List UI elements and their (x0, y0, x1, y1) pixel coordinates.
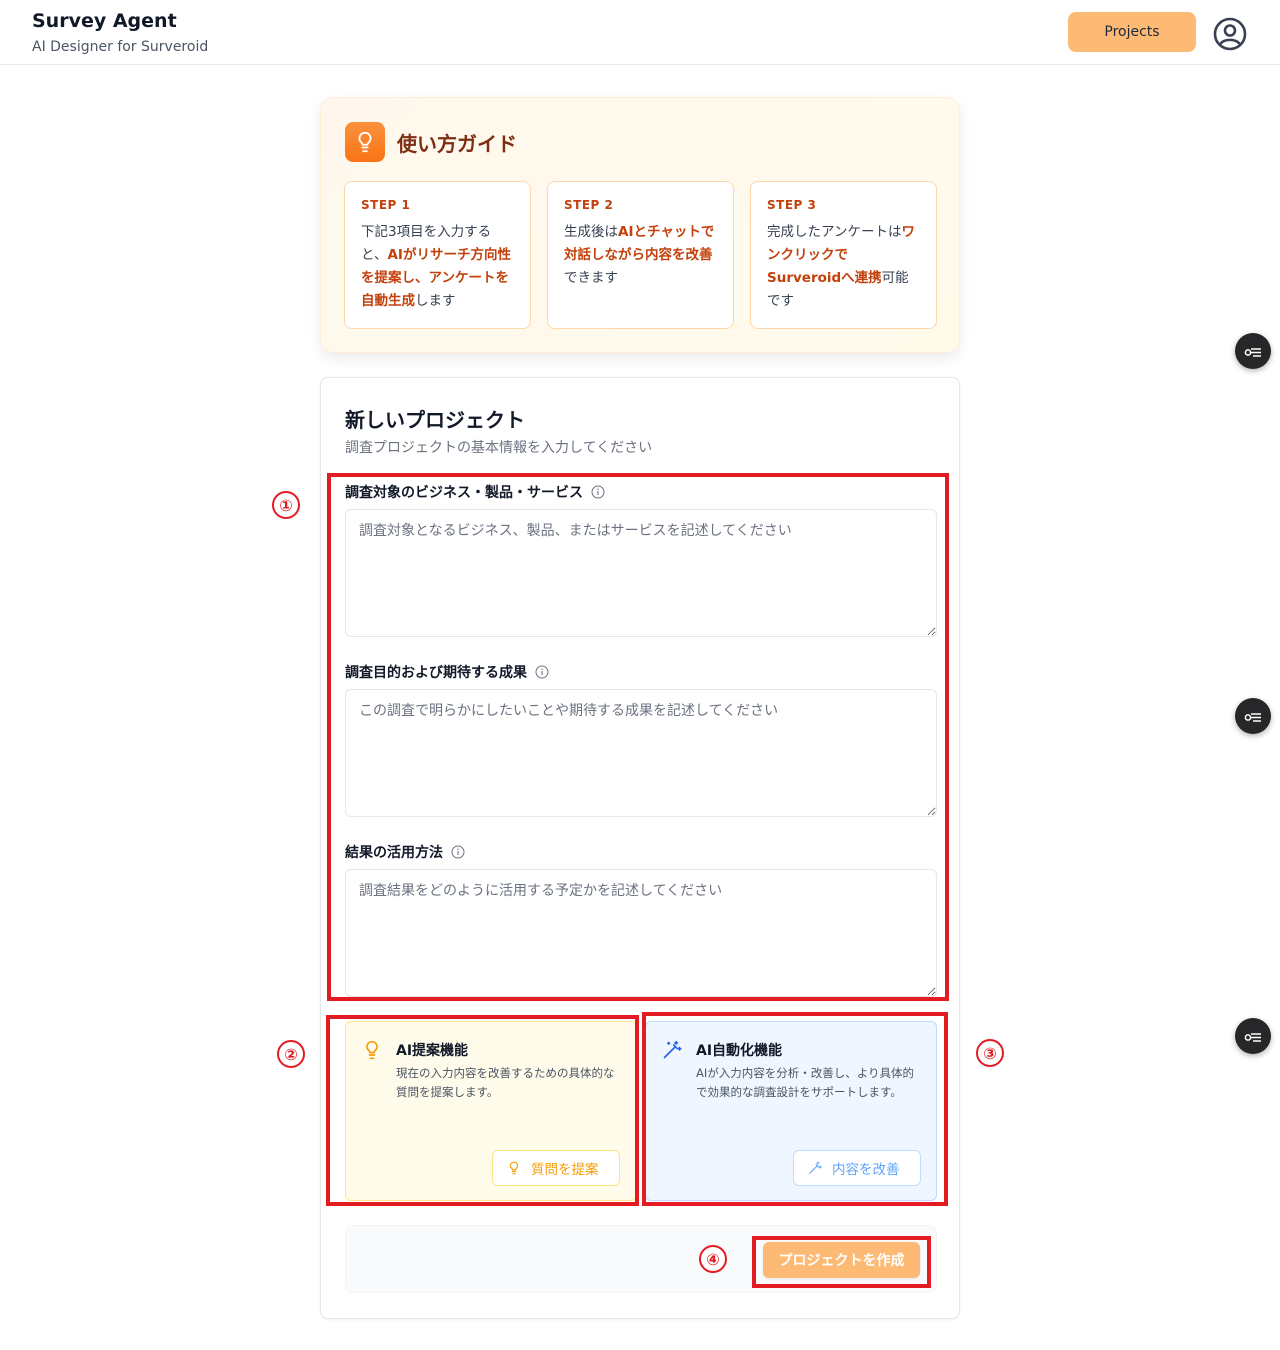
app-subtitle: AI Designer for Surveroid (32, 39, 209, 55)
guide-step-2: STEP 2 生成後はAIとチャットで対話しながら内容を改善できます (547, 181, 734, 329)
form-subtitle: 調査プロジェクトの基本情報を入力してください (345, 440, 653, 456)
annotation-number-3: ③ (976, 1039, 1004, 1067)
step-label: STEP 2 (564, 198, 614, 212)
annotation-box-4 (752, 1236, 931, 1288)
usage-guide: 使い方ガイド STEP 1 下記3項目を入力すると、AIがリサーチ方向性を提案し… (320, 97, 960, 353)
floating-action-button[interactable] (1235, 698, 1271, 734)
key-list-icon (1244, 1033, 1261, 1042)
annotation-number-4: ④ (699, 1245, 727, 1273)
key-list-icon (1244, 348, 1261, 357)
annotation-box-2 (326, 1015, 639, 1206)
annotation-number-1: ① (272, 491, 300, 519)
step-label: STEP 1 (361, 198, 411, 212)
annotation-box-1 (327, 473, 949, 1001)
annotation-number-2: ② (277, 1040, 305, 1068)
form-title: 新しいプロジェクト (345, 408, 525, 432)
step-text: 完成したアンケートはワンクリックでSurveroidへ連携可能です (767, 224, 915, 309)
step-text: 下記3項目を入力すると、AIがリサーチ方向性を提案し、アンケートを自動生成します (361, 224, 511, 309)
step-label: STEP 3 (767, 198, 817, 212)
floating-action-button[interactable] (1235, 1018, 1271, 1054)
step-text: 生成後はAIとチャットで対話しながら内容を改善できます (564, 224, 715, 286)
user-circle-icon[interactable] (1212, 16, 1248, 52)
annotation-box-3 (642, 1012, 948, 1206)
lightbulb-icon (345, 122, 385, 162)
app-header: Survey Agent AI Designer for Surveroid P… (0, 0, 1280, 65)
guide-title: 使い方ガイド (397, 132, 517, 156)
guide-step-1: STEP 1 下記3項目を入力すると、AIがリサーチ方向性を提案し、アンケートを… (344, 181, 531, 329)
key-list-icon (1244, 713, 1261, 722)
projects-button[interactable]: Projects (1068, 12, 1196, 52)
app-title: Survey Agent (32, 10, 177, 32)
guide-step-3: STEP 3 完成したアンケートはワンクリックでSurveroidへ連携可能です (750, 181, 937, 329)
floating-action-button[interactable] (1235, 333, 1271, 369)
